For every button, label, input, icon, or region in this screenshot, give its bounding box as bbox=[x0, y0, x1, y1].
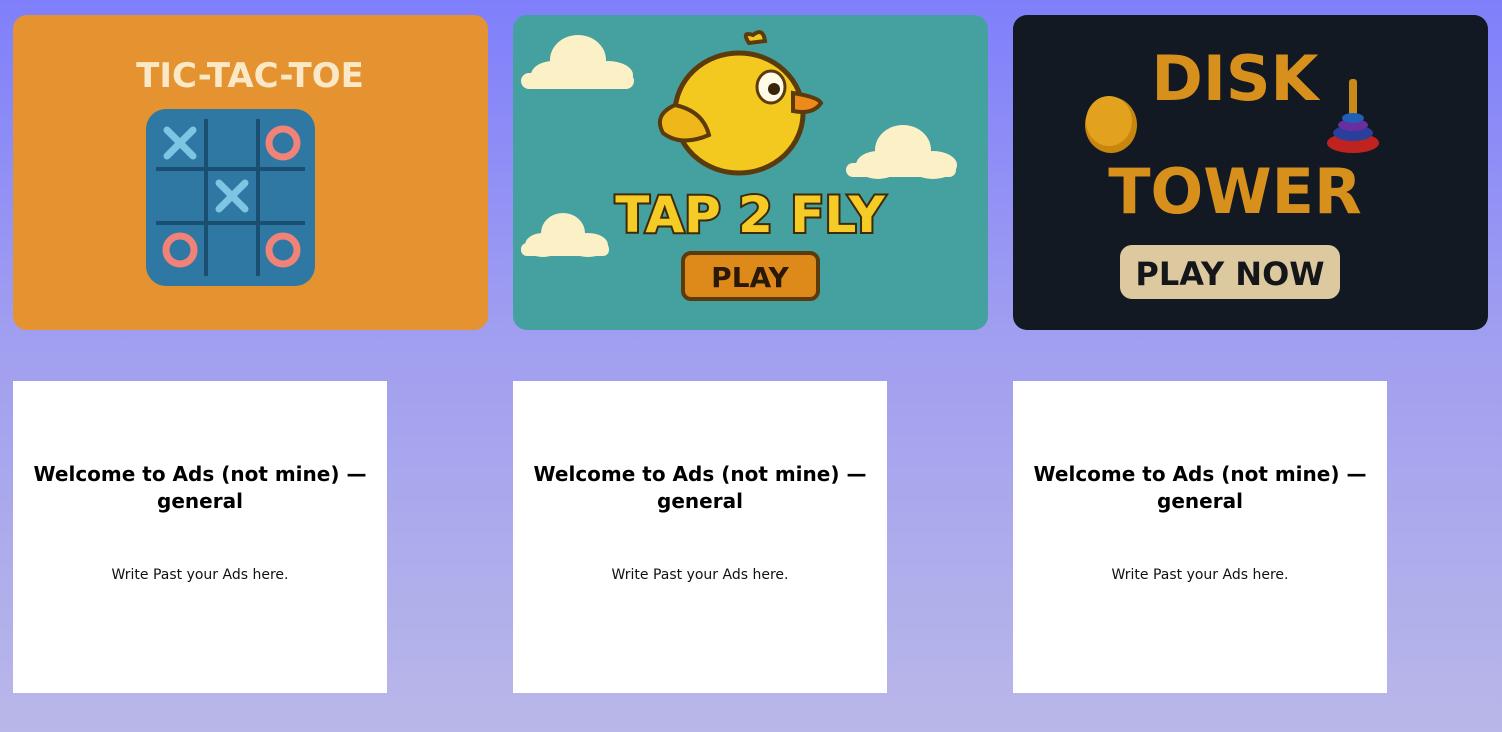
cloud-icon bbox=[846, 125, 957, 179]
ad-title: Welcome to Ads (not mine) — general bbox=[33, 462, 367, 513]
ad-text: Write Past your Ads here. bbox=[111, 567, 289, 583]
play-button[interactable]: PLAY bbox=[681, 251, 820, 301]
play-now-button[interactable]: PLAY NOW bbox=[1120, 245, 1340, 299]
disk-tower-artwork: DISK TOWER PLAY NOW bbox=[1085, 42, 1379, 299]
ad-box: Welcome to Ads (not mine) — general Writ… bbox=[13, 381, 387, 693]
tap-2-fly-artwork: TAP 2 FLY PLAY bbox=[521, 30, 957, 301]
ad-text: Write Past your Ads here. bbox=[611, 567, 789, 583]
coin-icon bbox=[1085, 96, 1137, 153]
tap-2-fly-game-card[interactable]: TAP 2 FLY PLAY bbox=[513, 15, 988, 330]
disk-tower-game-card[interactable]: DISK TOWER PLAY NOW bbox=[1013, 15, 1488, 330]
tic-tac-toe-board bbox=[146, 109, 315, 286]
cloud-icon bbox=[521, 213, 609, 257]
bird-icon bbox=[658, 30, 824, 176]
ad-box: Welcome to Ads (not mine) — general Writ… bbox=[513, 381, 887, 693]
tap-2-fly-title: TAP 2 FLY bbox=[615, 186, 885, 244]
disk-tower-title-line2: TOWER bbox=[1108, 155, 1361, 228]
cloud-icon bbox=[521, 35, 634, 89]
tower-icon bbox=[1327, 79, 1379, 153]
disk-tower-title-line1: DISK bbox=[1151, 42, 1320, 115]
ad-box: Welcome to Ads (not mine) — general Writ… bbox=[1013, 381, 1387, 693]
tic-tac-toe-game-card[interactable]: TIC-TAC-TOE bbox=[13, 15, 488, 330]
play-button-label: PLAY bbox=[711, 261, 789, 294]
ad-title: Welcome to Ads (not mine) — general bbox=[1033, 462, 1367, 513]
ad-text: Write Past your Ads here. bbox=[1111, 567, 1289, 583]
play-now-button-label: PLAY NOW bbox=[1135, 255, 1324, 293]
tic-tac-toe-title: TIC-TAC-TOE bbox=[136, 56, 364, 96]
tic-tac-toe-artwork: TIC-TAC-TOE bbox=[136, 56, 364, 286]
ad-title: Welcome to Ads (not mine) — general bbox=[533, 462, 867, 513]
